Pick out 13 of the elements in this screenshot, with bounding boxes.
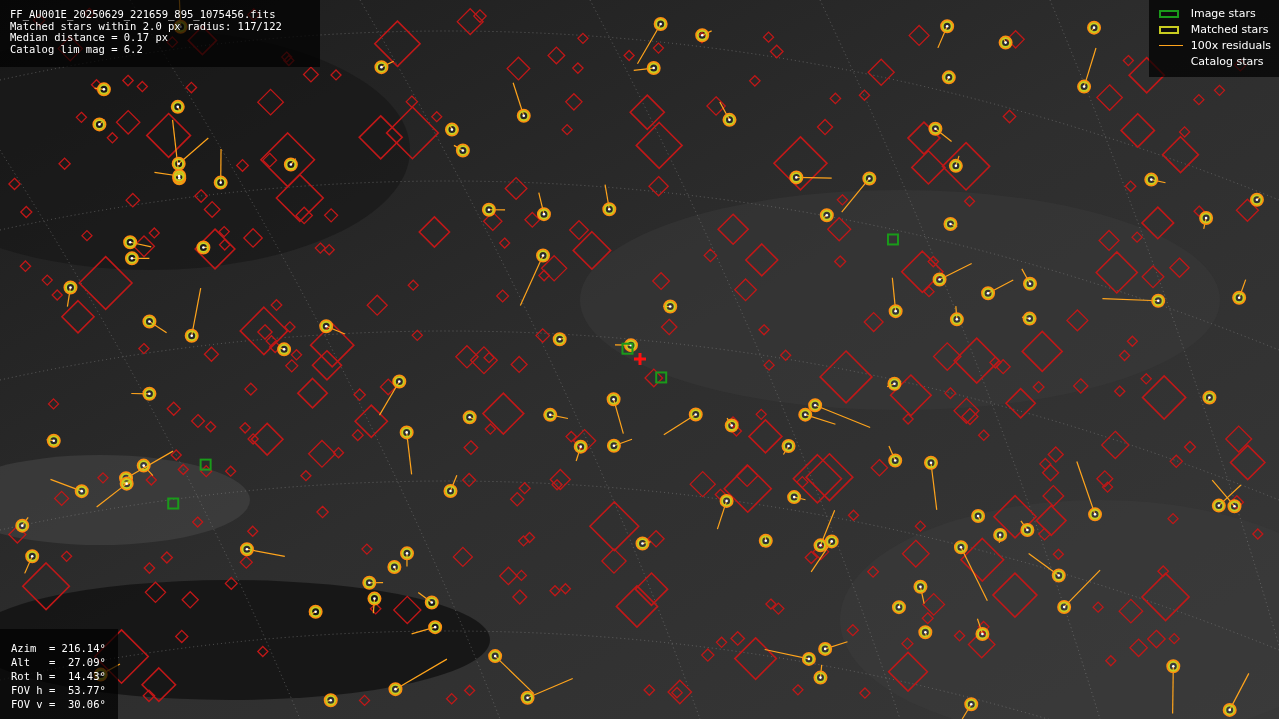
pointing-text: Azim = 216.14° (11, 641, 106, 655)
info-text: Matched stars within 2.0 px radius: 117/122 (10, 20, 283, 33)
pointing-text: FOV v = 30.06° (11, 697, 106, 711)
info-text: FF_AU001E_20250629_221659_895_1075456.fits (10, 9, 277, 21)
legend-label: Matched stars (1190, 22, 1270, 37)
pointing-text: FOV h = 53.77° (11, 683, 106, 697)
legend-label: 100x residuals (1190, 38, 1271, 53)
info-text: Median distance = 0.17 px (10, 32, 169, 44)
pointing-text: Alt = 27.09° (11, 655, 106, 669)
legend-label: Image stars (1190, 6, 1257, 21)
info-text: Catalog lim mag = 6.2 (10, 43, 144, 56)
pointing-text: Rot h = 14.43° (11, 669, 106, 683)
legend-label: Catalog stars (1190, 54, 1265, 69)
